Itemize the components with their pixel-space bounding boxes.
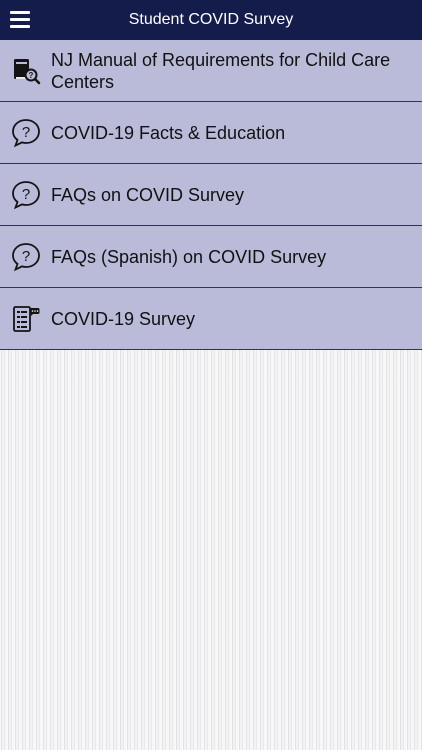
svg-text:?: ? [29, 71, 34, 80]
menu-item-faqs[interactable]: ? FAQs on COVID Survey [0, 164, 422, 226]
menu-item-label: COVID-19 Survey [51, 308, 196, 329]
page-title: Student COVID Survey [128, 11, 294, 28]
survey-form-icon [10, 303, 42, 335]
menu-item-label: COVID-19 Facts & Education [51, 122, 286, 143]
svg-text:?: ? [22, 248, 30, 265]
menu-list: ? NJ Manual of Requirements for Child Ca… [0, 40, 422, 350]
app-header: Student COVID Survey [0, 0, 422, 40]
question-bubble-icon: ? [10, 179, 42, 211]
menu-item-covid-facts[interactable]: ? COVID-19 Facts & Education [0, 102, 422, 164]
book-search-icon: ? [10, 55, 42, 87]
menu-item-nj-manual[interactable]: ? NJ Manual of Requirements for Child Ca… [0, 40, 422, 102]
menu-item-label: NJ Manual of Requirements for Child Care… [51, 49, 391, 92]
question-bubble-icon: ? [10, 241, 42, 273]
menu-item-label: FAQs (Spanish) on COVID Survey [51, 246, 327, 267]
question-bubble-icon: ? [10, 117, 42, 149]
menu-item-faqs-spanish[interactable]: ? FAQs (Spanish) on COVID Survey [0, 226, 422, 288]
svg-text:?: ? [22, 124, 30, 141]
menu-item-covid-survey[interactable]: COVID-19 Survey [0, 288, 422, 350]
menu-item-label: FAQs on COVID Survey [51, 184, 245, 205]
svg-text:?: ? [22, 186, 30, 203]
